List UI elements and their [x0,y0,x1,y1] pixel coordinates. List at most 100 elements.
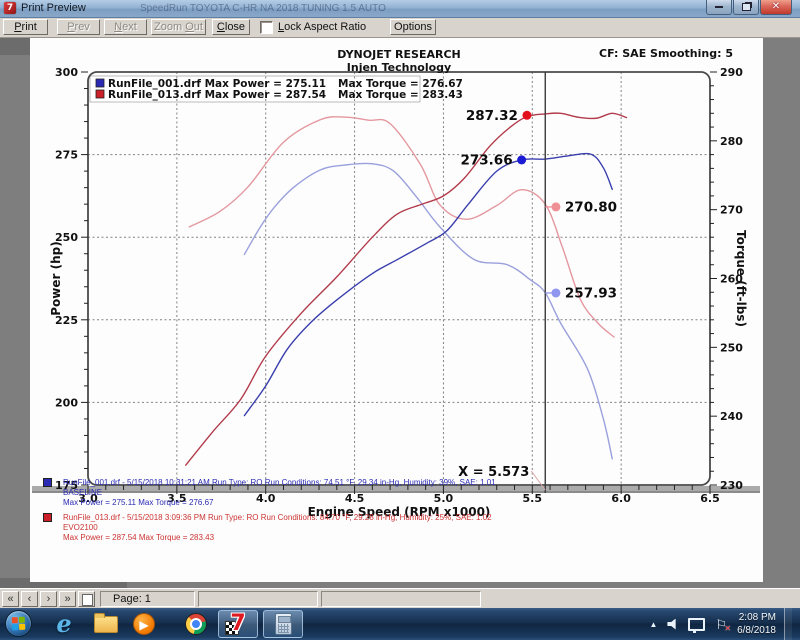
status-bar: « ‹ › » Page: 1 [0,588,800,609]
calculator-icon [275,613,292,635]
folder-icon [94,616,118,633]
close-preview-button[interactable]: Close [212,19,250,35]
axis-ticks: 3.03.54.04.55.05.56.06.51752002252502753… [55,66,743,505]
windows-logo-icon [12,617,26,631]
clock[interactable]: 2:08 PM 6/8/2018 [737,611,776,637]
last-page-button[interactable]: » [59,591,76,607]
chrome-logo-icon [185,613,207,635]
run-max-line: Max Power = 287.54 Max Torque = 283.43 [63,533,743,543]
marker-value-label: 257.93 [565,285,617,301]
chart-title: DYNOJET RESEARCH [337,48,460,61]
run-info-line: RunFile_001.drf - 5/15/2018 10:31:21 AM … [63,478,743,488]
marker-value-label: 287.32 [466,108,518,124]
prev-page-button[interactable]: Prev [57,19,100,35]
svg-text:200: 200 [55,396,78,409]
y-left-axis-title: Power (hp) [49,241,63,315]
preview-area: 3.03.54.04.55.05.56.06.51752002252502753… [0,38,800,588]
svg-text:240: 240 [720,410,743,423]
page-number-panel: Page: 1 [100,591,195,607]
show-desktop-button[interactable] [784,608,792,640]
marker-dot [517,155,526,164]
close-icon: ✕ [772,2,780,12]
marker-dot [551,288,560,297]
curve-runfile_013-power [186,113,627,465]
media-player-icon[interactable]: ▶ [132,612,156,636]
first-page-button[interactable]: « [2,591,19,607]
run-annotation-evo2100: RunFile_013.drf - 5/15/2018 3:09:36 PM R… [43,513,743,543]
app-icon: 7 [4,2,16,14]
dyno-curves [186,113,627,465]
run-max-line: Max Power = 275.11 Max Torque = 276.67 [63,498,743,508]
svg-text:290: 290 [720,66,743,79]
network-icon[interactable] [688,618,705,631]
preview-page: 3.03.54.04.55.05.56.06.51752002252502753… [30,38,763,582]
tray-time: 2:08 PM [737,611,776,624]
marker-dot [551,202,560,211]
run-info-line: RunFile_013.drf - 5/15/2018 3:09:36 PM R… [63,513,743,523]
ie-e-icon: e [56,612,71,636]
tray-date: 6/8/2018 [737,624,776,637]
legend-swatch [96,79,104,87]
close-window-button[interactable]: ✕ [760,0,792,15]
page-icon [82,594,93,606]
svg-text:280: 280 [720,135,743,148]
speaker-icon[interactable] [667,619,678,630]
window-title: Print Preview [21,2,86,14]
correction-factor-label: CF: SAE Smoothing: 5 [599,47,733,60]
run-color-swatch [43,478,52,487]
zoom-out-button[interactable]: Zoom Out [151,19,206,35]
svg-text:250: 250 [720,341,743,354]
chrome-icon[interactable] [184,612,208,636]
calculator-app-button[interactable] [263,610,303,638]
next-page-button[interactable]: Next [104,19,147,35]
restore-button[interactable] [733,0,759,15]
chart-headers: DYNOJET RESEARCHInjen Technology CF: SAE … [49,47,748,519]
run-annotation-baseline: RunFile_001.drf - 5/15/2018 10:31:21 AM … [43,478,743,508]
print-button[interactable]: Print [3,19,48,35]
status-panel [321,591,481,607]
run-color-swatch [43,513,52,522]
minimize-button[interactable] [706,0,732,15]
background-window-title: SpeedRun TOYOTA C-HR NA 2018 TUNING 1.5 … [140,3,386,14]
legend-run-label: RunFile_013.drf Max Power = 287.54 [108,89,326,101]
marker-dot [522,111,531,120]
winpep-7-icon: 7 [230,613,245,635]
minimize-icon [715,6,723,8]
internet-explorer-icon[interactable]: e [52,612,76,636]
next-page-nav-button[interactable]: › [40,591,57,607]
preview-corner-block [0,38,30,55]
action-center-flag-icon[interactable]: ⚐✕ [715,618,727,631]
toolbar: Print Prev Next Zoom Out Close Lock Aspe… [0,18,800,38]
hidden-icons-arrow[interactable]: ▲ [649,620,657,629]
value-markers: 287.32 273.66 270.80 257.93 [461,108,618,302]
restore-icon [742,3,751,11]
curve-runfile_001-power [244,154,612,416]
page-icon-button[interactable] [78,591,95,607]
legend-torque-label: Max Torque = 283.43 [338,89,463,101]
run-label-line: BASELINE [63,488,743,498]
legend-swatch [96,90,104,98]
start-button[interactable] [5,610,32,637]
print-preview-window: 7 Print Preview SpeedRun TOYOTA C-HR NA … [0,0,800,640]
prev-page-nav-button[interactable]: ‹ [21,591,38,607]
lock-aspect-ratio-checkbox[interactable] [260,21,273,34]
windows-explorer-icon[interactable] [94,612,118,636]
options-button[interactable]: Options [390,19,436,35]
legend: RunFile_001.drf Max Power = 275.11Max To… [96,78,463,101]
marker-value-label: 273.66 [461,152,513,168]
page-number-label: Page: 1 [101,592,194,606]
winpep-app-button[interactable]: 7 [218,610,258,638]
svg-text:270: 270 [720,204,743,217]
run-label-line: EVO2100 [63,523,743,533]
marker-value-label: 270.80 [565,199,617,215]
chart-subtitle: Injen Technology [347,61,451,74]
play-icon: ▶ [133,613,155,635]
status-panel [198,591,318,607]
y-right-axis-title: Torque (ft-lbs) [734,230,748,327]
svg-text:275: 275 [55,149,78,162]
taskbar: e ▶ 7 ▲ ⚐✕ 2:08 PM 6/8/2018 [0,608,800,640]
lock-aspect-ratio-label: Lock Aspect Ratio [278,21,366,33]
svg-text:300: 300 [55,66,78,79]
title-bar: 7 Print Preview SpeedRun TOYOTA C-HR NA … [0,0,800,18]
curve-runfile_013-torque [189,117,614,337]
